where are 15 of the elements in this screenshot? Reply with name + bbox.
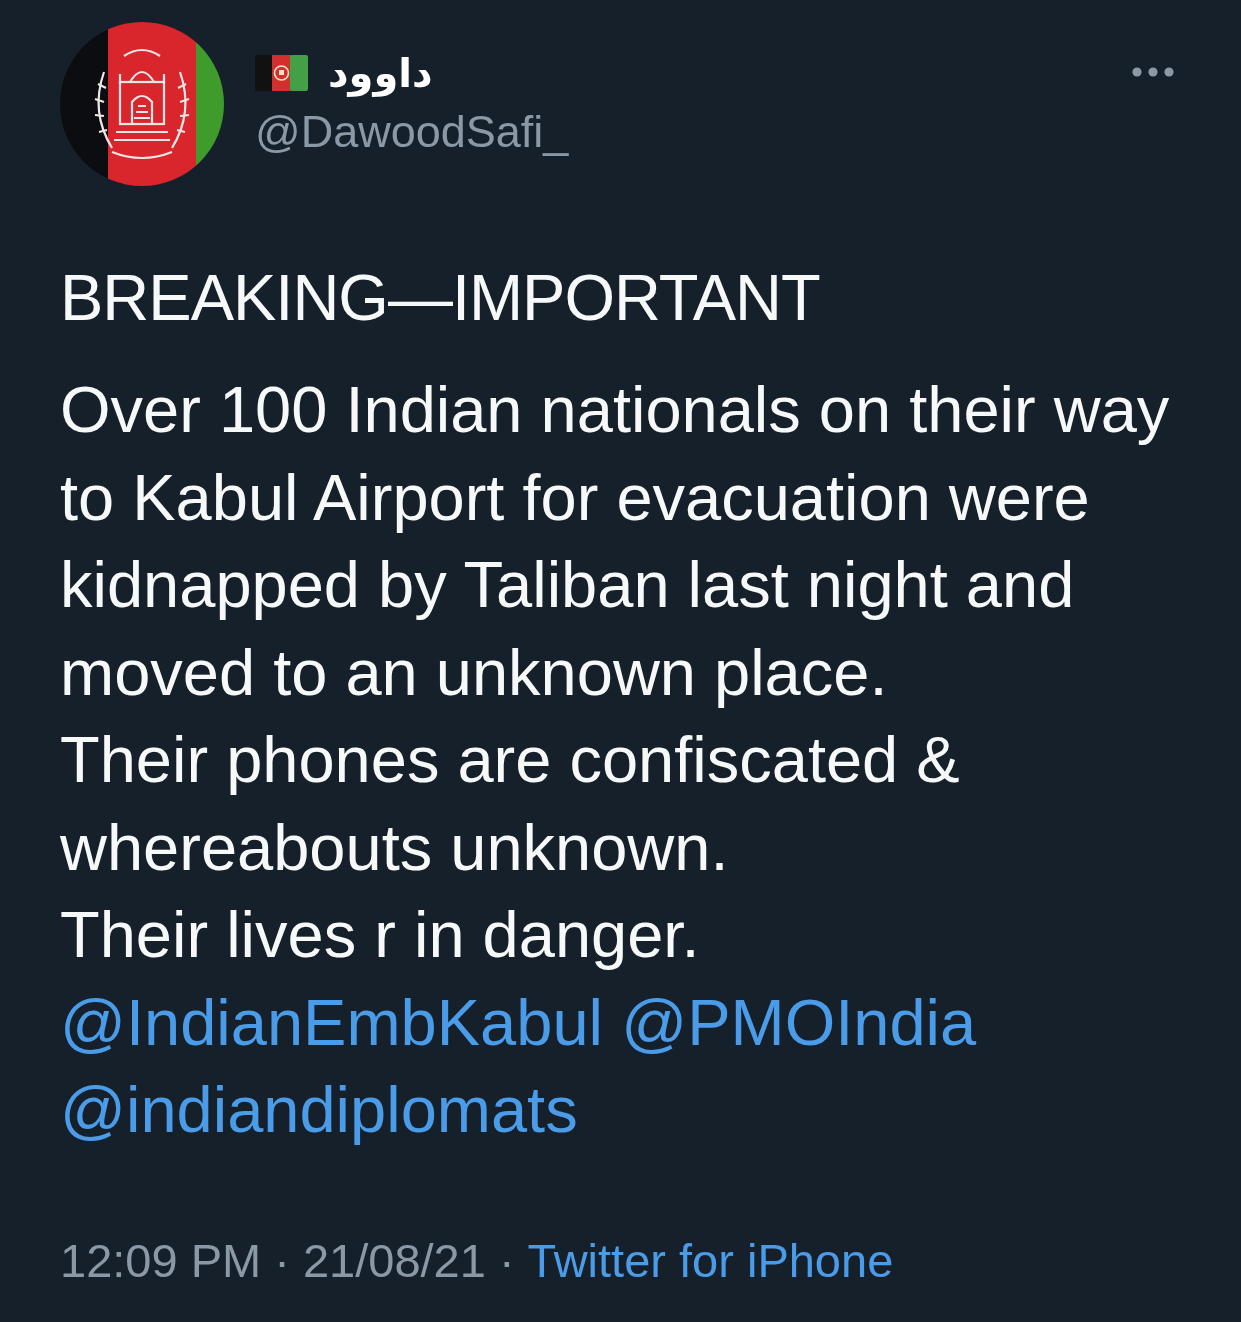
mention-link[interactable]: @PMOIndia	[621, 978, 977, 1066]
mention-link[interactable]: @indiandiplomats	[60, 1066, 578, 1154]
tweet-text: Their phones are confiscated & whereabouts unknown.	[60, 722, 961, 886]
separator-text: ·	[498, 1232, 515, 1289]
source-link[interactable]: Twitter for iPhone	[527, 1230, 894, 1291]
tweet-text: Their lives r in danger.	[60, 897, 701, 973]
flag-avatar[interactable]	[60, 22, 224, 186]
more-options-icon[interactable]	[1132, 67, 1174, 77]
tweet-headline: BREAKING—IMPORTANT	[60, 260, 821, 336]
user-handle: @DawoodSafi_	[255, 105, 569, 159]
flag-icon	[255, 55, 308, 91]
display-name: داوود	[328, 49, 433, 98]
timestamp: 12:09 PM · 21/08/21	[60, 1232, 486, 1289]
tweet-text: Over 100 Indian nationals on their way to Kabul Airport for evacuation were kidnapped by Taliban last night and moved to an unknown place.	[60, 372, 1171, 711]
mention-link[interactable]: @IndianEmbKabul	[60, 978, 603, 1066]
